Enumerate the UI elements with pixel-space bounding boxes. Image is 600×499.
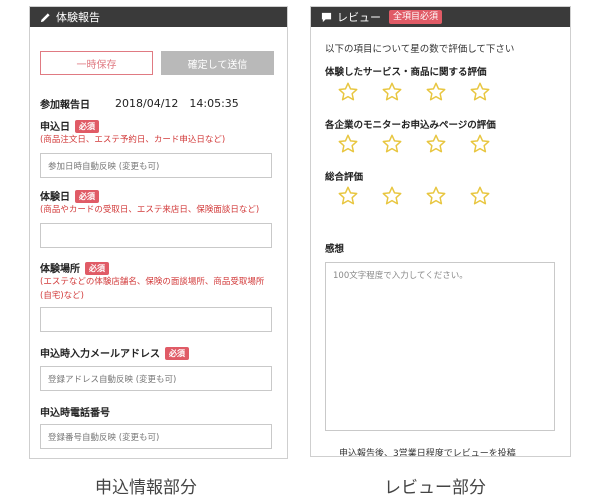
service-rating-stars[interactable] <box>337 81 491 103</box>
impression-textarea[interactable]: 100文字程度で入力してください。 <box>325 262 555 431</box>
experience-place-label: 体験場所 必須 <box>40 260 109 275</box>
overall-rating-stars[interactable] <box>337 185 491 207</box>
question-application-page-rating-label: 各企業のモニターお申込みページの評価 <box>325 120 496 131</box>
star-icon[interactable] <box>425 133 447 155</box>
star-icon[interactable] <box>469 185 491 207</box>
experience-date-note: (商品やカードの受取日、エステ来店日、保険面談日など) <box>40 205 260 215</box>
experience-date-label-text: 体験日 <box>40 192 70 203</box>
speech-bubble-icon <box>320 11 332 23</box>
report-date-value: 2018/04/12 14:05:35 <box>115 97 239 110</box>
confirm-submit-button[interactable]: 確定して送信 <box>161 51 274 75</box>
star-icon[interactable] <box>381 81 403 103</box>
application-info-panel: 体験報告 一時保存 確定して送信 参加報告日 2018/04/12 14:05:… <box>29 6 288 459</box>
star-icon[interactable] <box>337 133 359 155</box>
star-icon[interactable] <box>381 185 403 207</box>
impression-label: 感想 <box>325 244 345 255</box>
required-badge: 必須 <box>75 190 99 203</box>
review-panel: レビュー 全項目必須 以下の項目について星の数で評価して下さい 体験したサービス… <box>310 6 571 457</box>
star-icon[interactable] <box>469 81 491 103</box>
star-icon[interactable] <box>425 81 447 103</box>
experience-place-label-text: 体験場所 <box>40 264 80 275</box>
phone-input[interactable]: 登録番号自動反映 (変更も可) <box>40 424 272 449</box>
apply-date-note: (商品注文日、エステ予約日、カード申込日など) <box>40 135 226 145</box>
temporary-save-button[interactable]: 一時保存 <box>40 51 153 75</box>
panel-header: レビュー 全項目必須 <box>311 7 570 27</box>
experience-date-input[interactable] <box>40 223 272 248</box>
email-label-text: 申込時入力メールアドレス <box>40 349 160 360</box>
required-badge: 必須 <box>85 262 109 275</box>
application-page-rating-stars[interactable] <box>337 133 491 155</box>
phone-label: 申込時電話番号 <box>40 408 110 419</box>
apply-date-label: 申込日 必須 <box>40 118 99 133</box>
right-caption: レビュー部分 <box>384 478 486 498</box>
experience-date-label: 体験日 必須 <box>40 188 99 203</box>
star-icon[interactable] <box>337 185 359 207</box>
apply-date-label-text: 申込日 <box>40 122 70 133</box>
report-date-label: 参加報告日 <box>40 100 90 111</box>
experience-place-input[interactable] <box>40 307 272 332</box>
panel-title: レビュー <box>337 11 381 24</box>
question-overall-rating-label: 総合評価 <box>325 172 364 183</box>
apply-date-input[interactable]: 参加日時自動反映 (変更も可) <box>40 153 272 178</box>
star-icon[interactable] <box>337 81 359 103</box>
required-badge: 必須 <box>165 347 189 360</box>
star-icon[interactable] <box>425 185 447 207</box>
review-footer-note: 申込報告後、3営業日程度でレビューを投稿 <box>339 449 516 457</box>
email-label: 申込時入力メールアドレス 必須 <box>40 345 189 360</box>
review-instructions: 以下の項目について星の数で評価して下さい <box>325 44 515 55</box>
pencil-icon <box>39 11 51 23</box>
experience-place-note: (エステなどの体験店舗名、保険の面談場所、商品受取場所(自宅)など) <box>40 277 265 301</box>
panel-header: 体験報告 <box>30 7 287 27</box>
panel-title: 体験報告 <box>56 11 100 24</box>
question-service-rating-label: 体験したサービス・商品に関する評価 <box>325 67 487 78</box>
all-required-badge: 全項目必須 <box>389 10 443 24</box>
star-icon[interactable] <box>469 133 491 155</box>
email-input[interactable]: 登録アドレス自動反映 (変更も可) <box>40 366 272 391</box>
star-icon[interactable] <box>381 133 403 155</box>
required-badge: 必須 <box>75 120 99 133</box>
left-caption: 申込情報部分 <box>95 478 197 498</box>
